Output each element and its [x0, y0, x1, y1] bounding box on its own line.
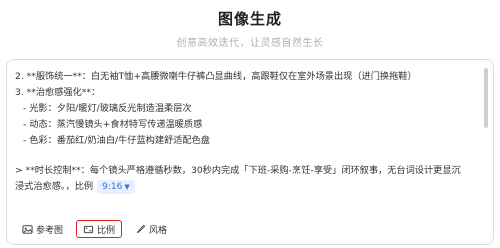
reference-image-label: 参考图: [36, 225, 64, 236]
page-subtitle: 创意高效迭代，让灵感自然生长: [176, 38, 324, 49]
image-generation-page: 图像生成 创意高效迭代，让灵感自然生长 2. **服饰统一**：白无袖T恤+高腰…: [0, 0, 500, 248]
image-icon: [22, 224, 33, 234]
prompt-line-text: 浸式治愈感。，比例: [15, 181, 94, 192]
ratio-button[interactable]: 比例: [76, 220, 123, 238]
editor-scrollbar[interactable]: [484, 68, 488, 128]
prompt-card: 2. **服饰统一**：白无袖T恤+高腰微喇牛仔裤凸显曲线，高跟鞋仅在室外场景出…: [6, 59, 494, 245]
brush-icon: [136, 224, 146, 233]
prompt-line: 2. **服饰统一**：白无袖T恤+高腰微喇牛仔裤凸显曲线，高跟鞋仅在室外场景出…: [15, 71, 417, 82]
ratio-inline-tag[interactable]: 9:16 ▼: [97, 180, 135, 194]
style-button[interactable]: 风格: [128, 220, 175, 238]
style-label: 风格: [149, 225, 168, 236]
prompt-line: > **时长控制**：每个镜头严格遵循秒数，30秒内完成「下班-采购-烹饪-享受…: [15, 165, 461, 176]
prompt-line: - 动态：蒸汽慢镜头+食材特写传递温暖质感: [23, 119, 203, 130]
prompt-line-last: 浸式治愈感。，比例 9:16 ▼: [15, 179, 479, 195]
page-title: 图像生成: [217, 10, 282, 28]
ratio-icon: [83, 225, 94, 233]
prompt-line: 3. **治愈感强化**：: [15, 87, 101, 98]
prompt-line: - 色彩：番茄红/奶油白/牛仔蓝构建舒适配色盘: [23, 135, 210, 146]
prompt-line: - 光影：夕阳/暖灯/玻璃反光制造温柔层次: [23, 103, 192, 114]
ratio-tag-value: 9:16: [102, 182, 123, 192]
prompt-editor[interactable]: 2. **服饰统一**：白无袖T恤+高腰微喇牛仔裤凸显曲线，高跟鞋仅在室外场景出…: [15, 69, 479, 216]
reference-image-button[interactable]: 参考图: [15, 220, 71, 238]
chevron-down-icon: ▼: [124, 183, 130, 191]
ratio-label: 比例: [97, 225, 116, 236]
prompt-toolbar: 参考图 比例 风格: [15, 219, 180, 239]
